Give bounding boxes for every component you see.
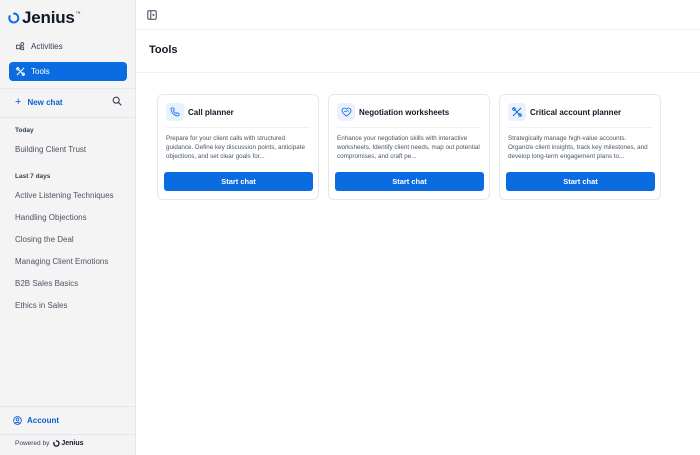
jenius-logo-icon xyxy=(8,12,20,24)
sidebar-toggle-icon[interactable] xyxy=(147,10,157,20)
card-divider xyxy=(508,127,652,128)
history-item[interactable]: Closing the Deal xyxy=(15,235,74,244)
plus-icon: + xyxy=(15,96,22,108)
card-title: Call planner xyxy=(188,108,234,117)
start-chat-button[interactable]: Start chat xyxy=(164,172,313,191)
account-button[interactable]: Account xyxy=(13,416,59,425)
powered-by: Powered by Jenius xyxy=(15,440,84,447)
card-title: Negotiation worksheets xyxy=(359,108,450,117)
sidebar-divider xyxy=(0,406,136,407)
sidebar-divider xyxy=(0,434,136,435)
history-item[interactable]: Handling Objections xyxy=(15,213,87,222)
nav-item-tools[interactable]: Tools xyxy=(9,62,127,81)
activities-icon xyxy=(15,42,25,52)
tools-icon xyxy=(508,103,526,121)
history-item[interactable]: Building Client Trust xyxy=(15,145,86,154)
card-description: Strategically manage high-value accounts… xyxy=(508,135,648,160)
start-chat-button[interactable]: Start chat xyxy=(506,172,655,191)
card-title: Critical account planner xyxy=(530,108,622,117)
powered-by-brand: Jenius xyxy=(61,440,84,447)
handshake-icon xyxy=(337,103,355,121)
search-icon[interactable] xyxy=(112,96,122,106)
section-label-last-7-days: Last 7 days xyxy=(15,173,51,180)
new-chat-label: New chat xyxy=(27,97,63,107)
tools-icon xyxy=(15,67,25,77)
tool-card-negotiation-worksheets: Negotiation worksheets Enhance your nego… xyxy=(328,94,490,200)
tool-card-critical-account-planner: Critical account planner Strategically m… xyxy=(499,94,661,200)
logo-text: Jenius xyxy=(22,8,75,27)
card-description: Prepare for your client calls with struc… xyxy=(166,135,305,160)
phone-icon xyxy=(166,103,184,121)
logo-trademark: ™ xyxy=(75,11,81,17)
jenius-logo-icon xyxy=(53,440,60,447)
card-divider xyxy=(337,127,481,128)
nav-item-activities[interactable]: Activities xyxy=(9,37,127,56)
start-chat-button[interactable]: Start chat xyxy=(335,172,484,191)
sidebar-divider xyxy=(0,117,136,118)
history-item[interactable]: Ethics in Sales xyxy=(15,301,67,310)
card-description: Enhance your negotiation skills with int… xyxy=(337,135,480,160)
title-divider xyxy=(136,72,700,73)
nav-label-tools: Tools xyxy=(31,67,50,76)
new-chat-button[interactable]: + New chat xyxy=(15,96,63,108)
sidebar-divider xyxy=(0,88,136,89)
history-item[interactable]: Managing Client Emotions xyxy=(15,257,108,266)
card-divider xyxy=(166,127,310,128)
history-item[interactable]: Active Listening Techniques xyxy=(15,191,114,200)
page-title: Tools xyxy=(149,44,178,56)
powered-by-label: Powered by xyxy=(15,440,50,447)
user-circle-icon xyxy=(13,416,22,425)
account-label: Account xyxy=(27,416,59,425)
jenius-logo[interactable]: Jenius ™ xyxy=(8,8,81,28)
history-item[interactable]: B2B Sales Basics xyxy=(15,279,78,288)
nav-label-activities: Activities xyxy=(31,42,63,51)
sidebar: Jenius ™ Activities Tools + New chat Tod… xyxy=(0,0,136,455)
tool-card-call-planner: Call planner Prepare for your client cal… xyxy=(157,94,319,200)
section-label-today: Today xyxy=(15,127,34,134)
top-bar xyxy=(136,0,700,30)
powered-by-logo: Jenius xyxy=(53,440,84,447)
